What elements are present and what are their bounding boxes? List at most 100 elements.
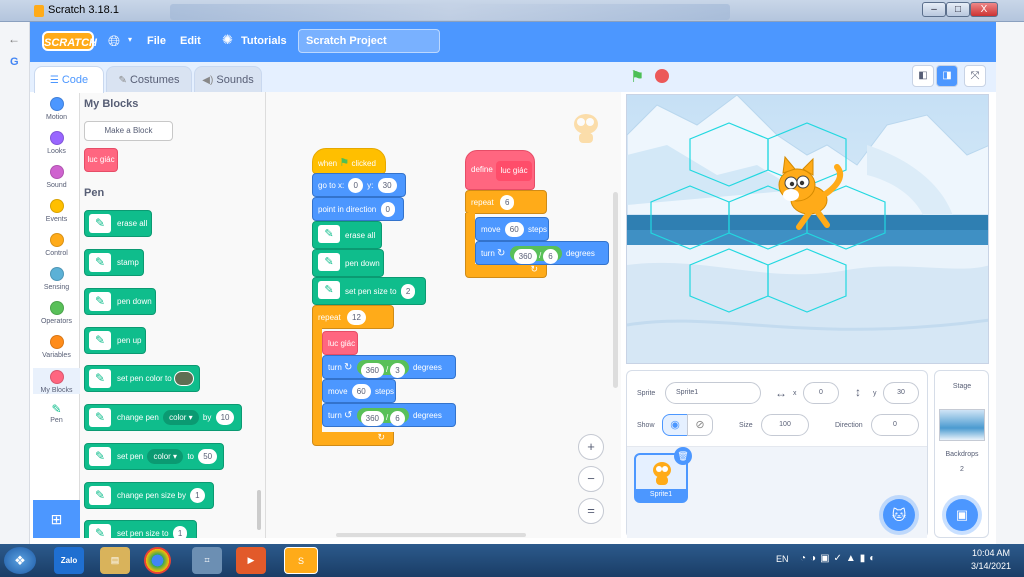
turn2-numerator-input[interactable]: 360 [360, 410, 385, 426]
scratch-logo[interactable]: SCRATCH [42, 31, 97, 51]
divide-operator[interactable]: 360/6 [509, 246, 562, 264]
tab-costumes[interactable]: ✎ Costumes [106, 66, 192, 93]
palette-scrollbar[interactable] [257, 490, 261, 530]
point-in-direction-block[interactable]: point in direction 0 [312, 197, 404, 221]
repeat-12-block[interactable]: repeat 12 [312, 305, 394, 329]
x-position-input[interactable]: 0 [803, 382, 839, 404]
make-a-block-button[interactable]: Make a Block [84, 121, 173, 141]
stop-button[interactable] [655, 69, 669, 83]
palette-erase-all-block[interactable]: ✎ erase all [84, 210, 152, 237]
divide-operator[interactable]: 360/6 [356, 408, 409, 426]
repeat2-count-input[interactable]: 6 [500, 195, 515, 210]
goto-x-input[interactable]: 0 [348, 178, 363, 194]
divide-operator[interactable]: 360/3 [356, 360, 409, 378]
turn-right-360-3-block[interactable]: turn ↻ 360/3 degrees [322, 355, 456, 379]
category-sound[interactable]: Sound [33, 165, 80, 189]
def-turn-denominator-input[interactable]: 6 [543, 248, 558, 264]
define-luc-giac-block[interactable]: define luc giác [465, 150, 535, 190]
def-turn-360-6-block[interactable]: turn ↻ 360/6 degrees [475, 241, 609, 265]
palette-pen-up-block[interactable]: ✎ pen up [84, 327, 146, 354]
category-variables[interactable]: Variables [33, 335, 80, 359]
edit-menu[interactable]: Edit [180, 35, 201, 47]
project-title-input[interactable]: Scratch Project [298, 29, 440, 53]
taskbar-file-explorer-icon[interactable]: ▤ [100, 547, 130, 574]
category-events[interactable]: Events [33, 199, 80, 223]
set-size-input[interactable]: 1 [172, 526, 188, 538]
green-flag-button[interactable]: ⚑ [630, 67, 644, 87]
start-button[interactable]: ❖ [4, 547, 36, 574]
define-name-param[interactable]: luc giác [496, 161, 532, 181]
category-operators[interactable]: Operators [33, 301, 80, 325]
when-flag-clicked-block[interactable]: when ⚑ clicked [312, 148, 386, 174]
language-indicator[interactable]: EN [776, 554, 789, 564]
category-my-blocks[interactable]: My Blocks [33, 368, 80, 394]
turn2-denominator-input[interactable]: 6 [390, 410, 405, 426]
tab-sounds[interactable]: ◀) Sounds [194, 66, 262, 93]
add-extension-button[interactable]: ⊞ [33, 500, 80, 538]
palette-set-pen-size-block[interactable]: ✎ set pen size to 1 [84, 520, 197, 538]
call-luc-giac-block[interactable]: luc giác [322, 331, 358, 355]
erase-all-block[interactable]: ✎ erase all [312, 221, 382, 249]
zoom-reset-button[interactable]: = [578, 498, 604, 524]
y-position-input[interactable]: 30 [883, 382, 919, 404]
category-pen[interactable]: ✎ Pen [33, 402, 80, 424]
choose-backdrop-button[interactable]: ▣ [946, 499, 978, 531]
pen-size-input[interactable]: 2 [400, 284, 416, 300]
palette-stamp-block[interactable]: ✎ stamp [84, 249, 144, 276]
sprite-name-input[interactable]: Sprite1 [665, 382, 761, 404]
turn-left-360-6-block[interactable]: turn ↺ 360/6 degrees [322, 403, 456, 427]
set-to-input[interactable]: 50 [198, 449, 218, 465]
change-size-input[interactable]: 1 [190, 488, 205, 504]
palette-set-pen-color-block[interactable]: ✎ set pen color to [84, 365, 200, 392]
go-to-xy-block[interactable]: go to x: 0 y: 30 [312, 173, 406, 197]
backdrop-thumbnail[interactable] [939, 409, 985, 441]
set-pen-size-block[interactable]: ✎ set pen size to 2 [312, 277, 426, 305]
turn1-denominator-input[interactable]: 3 [390, 362, 405, 378]
taskbar-scratch-icon[interactable]: S [284, 547, 318, 574]
def-turn-numerator-input[interactable]: 360 [513, 248, 538, 264]
direction-input[interactable]: 0 [871, 414, 919, 436]
fullscreen-button[interactable]: ⤧ [964, 65, 986, 87]
normal-stage-button[interactable]: ◨ [936, 65, 958, 87]
small-stage-button[interactable]: ◧ [912, 65, 934, 87]
zoom-out-button[interactable]: − [578, 466, 604, 492]
code-workspace[interactable]: when ⚑ clicked go to x: 0 y: 30 point in… [266, 92, 621, 538]
category-control[interactable]: Control [33, 233, 80, 257]
move-60-block[interactable]: move 60 steps [322, 379, 396, 403]
file-menu[interactable]: File [147, 35, 166, 47]
palette-pen-down-block[interactable]: ✎ pen down [84, 288, 156, 315]
zoom-in-button[interactable]: + [578, 434, 604, 460]
change-by-input[interactable]: 10 [215, 410, 235, 426]
clock-date[interactable]: 3/14/2021 [966, 561, 1016, 571]
size-input[interactable]: 100 [761, 414, 809, 436]
hide-sprite-eye-button[interactable]: ⊘ [687, 414, 713, 436]
pen-param-dropdown[interactable]: color ▾ [147, 449, 184, 465]
language-globe-icon[interactable]: 🌐︎ [108, 32, 128, 52]
stage-canvas[interactable] [626, 94, 989, 364]
taskbar-network-icon[interactable]: ⌗ [192, 547, 222, 574]
direction-input[interactable]: 0 [380, 202, 395, 218]
move-steps-input[interactable]: 60 [351, 384, 371, 400]
workspace-horizontal-scrollbar[interactable] [336, 533, 526, 537]
system-tray-icons[interactable]: ◔◑▣✓▲▮◐ [800, 553, 879, 564]
category-sensing[interactable]: Sensing [33, 267, 80, 291]
category-looks[interactable]: Looks [33, 131, 80, 155]
maximize-button[interactable]: □ [946, 2, 970, 17]
delete-sprite-trash-icon[interactable]: 🗑︎ [674, 447, 692, 465]
palette-custom-block[interactable]: luc giác [84, 148, 118, 172]
goto-y-input[interactable]: 30 [377, 178, 397, 194]
tab-code[interactable]: ☰ Code [34, 66, 104, 93]
palette-set-pen-block[interactable]: ✎ set pen color ▾ to 50 [84, 443, 224, 470]
tutorials-menu[interactable]: Tutorials [241, 35, 287, 47]
taskbar-media-player-icon[interactable]: ▶ [236, 547, 266, 574]
clock-time[interactable]: 10:04 AM [966, 548, 1016, 558]
repeat-6-block[interactable]: repeat 6 [465, 190, 547, 214]
pen-color-swatch[interactable] [173, 371, 194, 387]
close-window-button[interactable]: X [970, 2, 998, 17]
sprite1-thumbnail[interactable]: Sprite1 🗑︎ [634, 447, 692, 503]
workspace-vertical-scrollbar[interactable] [613, 192, 618, 388]
choose-sprite-button[interactable]: 🐱︎ [883, 499, 915, 531]
taskbar-zalo[interactable]: Zalo [54, 547, 84, 574]
pen-param-dropdown[interactable]: color ▾ [163, 410, 199, 426]
palette-change-pen-size-block[interactable]: ✎ change pen size by 1 [84, 482, 214, 509]
